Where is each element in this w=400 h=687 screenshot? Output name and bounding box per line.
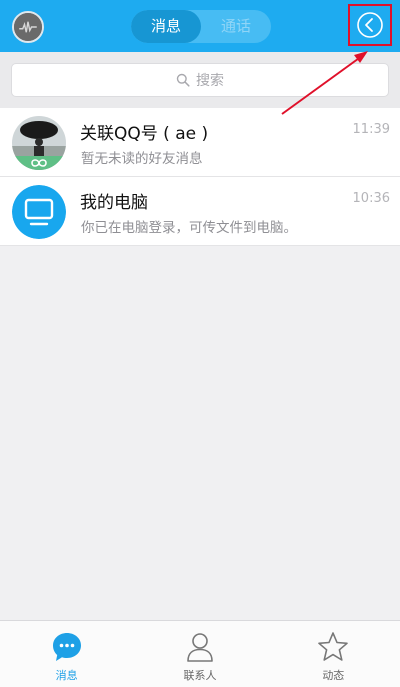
star-icon bbox=[316, 630, 350, 664]
search-bar: 搜索 bbox=[0, 52, 400, 108]
conversation-preview: 暂无未读的好友消息 bbox=[81, 151, 203, 167]
conversation-item-linked-qq[interactable]: 关联QQ号 ( ae ) 暂无未读的好友消息 11:39 bbox=[0, 108, 400, 177]
tab-calls[interactable]: 通话 bbox=[201, 10, 271, 43]
search-input[interactable]: 搜索 bbox=[11, 63, 389, 97]
conversation-preview: 你已在电脑登录，可传文件到电脑。 bbox=[81, 220, 297, 236]
conversation-list: 关联QQ号 ( ae ) 暂无未读的好友消息 11:39 我的电脑 你已在电脑登… bbox=[0, 108, 400, 246]
conversation-title: 我的电脑 bbox=[80, 193, 148, 213]
search-icon bbox=[176, 73, 190, 87]
contacts-icon bbox=[183, 630, 217, 664]
search-placeholder: 搜索 bbox=[196, 73, 224, 89]
profile-avatar-image bbox=[14, 13, 42, 41]
tab-label: 消息 bbox=[55, 669, 78, 682]
profile-avatar[interactable] bbox=[12, 11, 44, 43]
tab-contacts[interactable]: 联系人 bbox=[133, 621, 266, 687]
chevron-left-icon bbox=[357, 12, 383, 38]
linked-account-avatar bbox=[12, 116, 66, 170]
back-button[interactable] bbox=[348, 4, 392, 46]
bottom-tab-bar: 消息 联系人 动态 bbox=[0, 620, 400, 687]
message-bubble-icon bbox=[50, 630, 84, 664]
computer-icon bbox=[12, 185, 66, 239]
conversation-time: 10:36 bbox=[352, 191, 390, 206]
tab-feed[interactable]: 动态 bbox=[267, 621, 400, 687]
conversation-title: 关联QQ号 ( ae ) bbox=[80, 124, 209, 144]
message-call-switch: 消息 通话 bbox=[131, 10, 271, 43]
conversation-item-my-computer[interactable]: 我的电脑 你已在电脑登录，可传文件到电脑。 10:36 bbox=[0, 177, 400, 246]
conversation-time: 11:39 bbox=[352, 122, 390, 137]
top-bar: 消息 通话 bbox=[0, 0, 400, 52]
tab-label: 联系人 bbox=[183, 669, 217, 682]
tab-messages[interactable]: 消息 bbox=[131, 10, 201, 43]
tab-messages-bottom[interactable]: 消息 bbox=[0, 621, 133, 687]
tab-label: 动态 bbox=[322, 669, 345, 682]
